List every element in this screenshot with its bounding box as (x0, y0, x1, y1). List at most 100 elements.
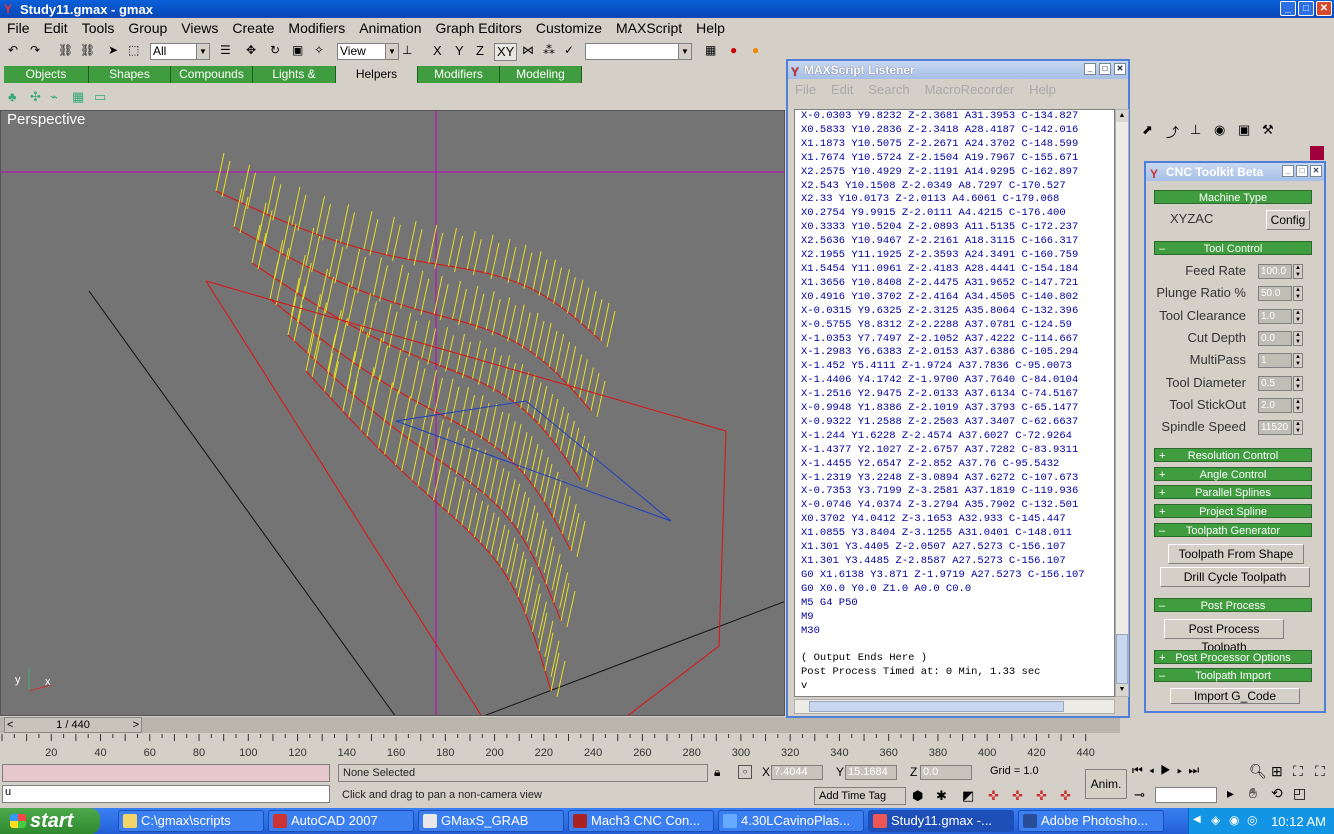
minimize-button[interactable]: _ (1280, 1, 1296, 16)
render-icon[interactable]: ● (730, 43, 737, 61)
scroll-thumb[interactable] (1116, 634, 1128, 684)
tape-helper-icon[interactable]: ⌁ (50, 89, 58, 105)
start-button[interactable]: start (0, 808, 100, 834)
redo-icon[interactable]: ↷ (30, 43, 40, 61)
object-color-swatch[interactable] (1310, 146, 1324, 160)
listener-menu-edit[interactable]: Edit (824, 82, 861, 97)
param-spinner[interactable]: ▲ ▼ (1293, 420, 1303, 436)
listener-menu-help[interactable]: Help (1022, 82, 1064, 97)
param-field[interactable]: 2.0 (1258, 397, 1292, 413)
edge-snap-icon[interactable]: ✜ (1036, 788, 1047, 804)
zoom-icon[interactable]: 🔍︎ (1249, 763, 1267, 780)
param-field[interactable]: 50.0 (1258, 286, 1292, 302)
tool-control-rollout[interactable]: – Tool Control (1154, 241, 1312, 255)
perspective-viewport[interactable]: Perspective y x (0, 110, 785, 716)
param-spinner[interactable]: ▲ ▼ (1293, 375, 1303, 391)
cnc-maximize-button[interactable]: □ (1296, 165, 1308, 177)
menu-group[interactable]: Group (121, 20, 174, 36)
post-processor-options-rollout[interactable]: + Post Processor Options (1154, 650, 1312, 664)
close-button[interactable]: ✕ (1316, 1, 1332, 16)
maximize-button[interactable]: □ (1298, 1, 1314, 16)
tab-objects[interactable]: Objects (4, 66, 89, 83)
move-icon[interactable]: ✥ (246, 43, 256, 61)
tray-expand-icon[interactable]: ◀ (1193, 814, 1201, 825)
play-icon[interactable]: ▶ (1160, 763, 1177, 777)
next-key-icon[interactable]: ▸ (1177, 763, 1188, 777)
fov-icon[interactable]: ▸ (1227, 785, 1234, 802)
cnc-minimize-button[interactable]: _ (1282, 165, 1294, 177)
collapsed-rollout[interactable]: + Angle Control (1154, 466, 1312, 481)
tab-compounds[interactable]: Compounds (171, 66, 253, 83)
collapsed-rollout[interactable]: + Parallel Splines (1154, 485, 1312, 499)
listener-close-button[interactable]: ✕ (1114, 63, 1126, 75)
hscroll-thumb[interactable] (809, 701, 1064, 712)
add-time-tag-button[interactable]: Add Time Tag (814, 787, 906, 805)
listener-output[interactable]: X-0.0303 Y9.8232 Z-2.3681 A31.3953 C-134… (794, 109, 1115, 697)
collapsed-rollout[interactable]: + Project Spline (1154, 503, 1312, 518)
toolpath-import-rollout[interactable]: – Toolpath Import (1154, 668, 1312, 682)
mirror-icon[interactable]: ⋈ (522, 43, 534, 61)
goto-start-icon[interactable]: ⏮ (1132, 763, 1149, 777)
axis-x-button[interactable]: X (433, 43, 442, 61)
goto-end-icon[interactable]: ⏭ (1188, 763, 1205, 777)
drill-cycle-toolpath-button[interactable]: Drill Cycle Toolpath (1160, 567, 1310, 587)
param-field[interactable]: 1 (1258, 353, 1292, 369)
maxscript-mini-listener-input[interactable]: u (2, 785, 330, 803)
config-button[interactable]: Config (1266, 210, 1310, 230)
param-field[interactable]: 100.0 (1258, 264, 1292, 279)
snap-icon[interactable]: ✓ (564, 43, 574, 61)
menu-maxscript[interactable]: MAXScript (609, 20, 689, 36)
pivot-icon[interactable]: ⊥ (402, 43, 412, 61)
unlink-icon[interactable]: ⛓ (80, 43, 95, 61)
machine-type-rollout[interactable]: Machine Type (1154, 190, 1312, 204)
maxscript-mini-listener-pink[interactable] (2, 764, 330, 782)
link-icon[interactable]: ⛓ (58, 43, 73, 61)
menu-customize[interactable]: Customize (529, 20, 609, 36)
tab-helpers[interactable]: Helpers (336, 66, 418, 83)
spinner-snap-icon[interactable]: ✜ (988, 788, 999, 804)
point-helper-icon[interactable]: ✣ (30, 89, 41, 105)
param-spinner[interactable]: ▲ ▼ (1293, 308, 1303, 324)
axis-z-button[interactable]: Z (476, 43, 484, 61)
snap-toggle-icon[interactable]: ⬢ (912, 788, 923, 804)
y-coord-field[interactable]: 15.1684 (845, 765, 897, 780)
menu-edit[interactable]: Edit (37, 20, 75, 36)
prev-frame-button[interactable]: < (7, 718, 13, 732)
taskbar-item-autocad[interactable]: AutoCAD 2007 (268, 810, 414, 832)
tray-volume-icon[interactable]: ◎ (1247, 813, 1257, 827)
reference-coord-dropdown[interactable]: View ▼ (337, 43, 399, 60)
toolpath-generator-rollout[interactable]: – Toolpath Generator (1154, 523, 1312, 537)
tray-network-icon[interactable]: ◈ (1211, 813, 1220, 827)
zoom-extents-all-icon[interactable]: ⛶ (1315, 763, 1325, 780)
listener-menu-search[interactable]: Search (861, 82, 917, 97)
region-select-icon[interactable]: ⬚ (128, 43, 139, 61)
taskbar-item-gmaxs-grab[interactable]: GMaxS_GRAB (418, 810, 564, 832)
tray-security-icon[interactable]: ◉ (1229, 813, 1239, 827)
menu-modifiers[interactable]: Modifiers (281, 20, 352, 36)
taskbar-item-gmax[interactable]: Study11.gmax -... (868, 810, 1014, 832)
taskbar-item-photoshop[interactable]: Adobe Photosho... (1018, 810, 1164, 832)
pan-icon[interactable]: ✋︎ (1249, 785, 1257, 802)
menu-create[interactable]: Create (225, 20, 281, 36)
param-spinner[interactable]: ▲ ▼ (1293, 353, 1303, 369)
array-icon[interactable]: ⁂ (543, 43, 555, 61)
time-slider-track[interactable] (0, 717, 1120, 733)
prev-key-icon[interactable]: ◂ (1149, 763, 1160, 777)
taskbar-item-mach3[interactable]: Mach3 CNC Con... (568, 810, 714, 832)
x-coord-field[interactable]: 7.4044 (771, 765, 823, 780)
post-process-toolpath-button[interactable]: Post Process Toolpath (1164, 619, 1284, 654)
param-spinner[interactable]: ▲ ▼ (1293, 330, 1303, 346)
quick-render-icon[interactable]: ● (752, 43, 759, 61)
time-slider-thumb[interactable]: < 1 / 440 > (4, 717, 142, 733)
toolpath-from-shape-button[interactable]: Toolpath From Shape (1168, 544, 1304, 564)
absolute-mode-icon[interactable]: ○ (738, 765, 752, 779)
select-by-name-icon[interactable]: ☰ (220, 43, 231, 61)
selection-filter-dropdown[interactable]: All ▼ (150, 43, 210, 60)
tab-shapes[interactable]: Shapes (89, 66, 171, 83)
param-field[interactable]: 0.0 (1258, 330, 1292, 346)
dummy-helper-icon[interactable]: ♣ (8, 89, 17, 104)
angle-snap-icon[interactable]: ✱ (936, 788, 947, 804)
scroll-down-icon[interactable]: ▼ (1116, 684, 1128, 696)
undo-icon[interactable]: ↶ (8, 43, 18, 61)
listener-menu-macrorecorder[interactable]: MacroRecorder (918, 82, 1023, 97)
